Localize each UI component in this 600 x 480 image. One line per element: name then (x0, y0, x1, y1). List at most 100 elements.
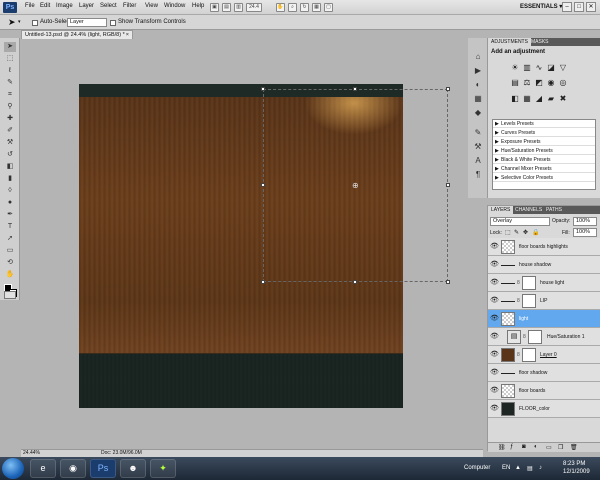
close-icon[interactable]: × (126, 31, 129, 39)
chrome-icon[interactable]: ◉ (60, 459, 86, 478)
photo-filter-icon[interactable]: ◉ (546, 78, 556, 87)
3d-rotate-tool-icon[interactable]: ⟲ (4, 258, 16, 268)
marquee-tool-icon[interactable]: ⬚ (4, 54, 16, 64)
layer-row[interactable]: 👁 house shadow (488, 256, 600, 274)
transform-handle[interactable] (261, 183, 265, 187)
tab-paths[interactable]: PATHS (543, 206, 565, 214)
tray-arrow-icon[interactable]: ▲ (515, 465, 521, 471)
menu-window[interactable]: Window (164, 3, 185, 9)
show-transform-checkbox[interactable] (110, 20, 116, 26)
brush-tool-icon[interactable]: ✐ (4, 126, 16, 136)
layer-name[interactable]: LIP (540, 298, 548, 304)
photoshop-taskbar-icon[interactable]: Ps (90, 459, 116, 478)
tool-preset-dropdown-icon[interactable]: ▾ (18, 19, 21, 25)
layer-name[interactable]: floor shadow (519, 370, 547, 376)
transform-handle[interactable] (261, 280, 265, 284)
layer-name[interactable]: house shadow (519, 262, 551, 268)
vibrance-icon[interactable]: ▽ (558, 63, 568, 72)
transform-handle[interactable] (353, 280, 357, 284)
transform-handle[interactable] (446, 280, 450, 284)
layer-row[interactable]: 👁 8 house light (488, 274, 600, 292)
ie-icon[interactable]: e (30, 459, 56, 478)
menu-layer[interactable]: Layer (79, 3, 94, 9)
eye-icon[interactable]: 👁 (490, 387, 499, 395)
pen-tool-icon[interactable]: ✒ (4, 210, 16, 220)
shape-tool-icon[interactable]: ▭ (4, 246, 16, 256)
eye-icon[interactable]: 👁 (490, 405, 499, 413)
actions-panel-icon[interactable]: ▶ (473, 66, 483, 76)
layer-row[interactable]: 👁 floor boards (488, 382, 600, 400)
bridge-icon[interactable]: ▣ (210, 3, 219, 12)
menu-edit[interactable]: Edit (40, 3, 50, 9)
new-adjustment-icon[interactable]: ◐ (534, 444, 538, 450)
eye-icon[interactable]: 👁 (490, 297, 499, 305)
menu-select[interactable]: Select (100, 3, 117, 9)
auto-select-checkbox[interactable] (32, 20, 38, 26)
blur-tool-icon[interactable]: ◊ (4, 186, 16, 196)
tab-channels[interactable]: CHANNELS (512, 206, 545, 214)
layer-mask-thumbnail[interactable] (522, 276, 536, 290)
hand-tool-icon[interactable]: ✋ (4, 270, 16, 280)
layer-mask-thumbnail[interactable] (522, 294, 536, 308)
exposure-icon[interactable]: ◪ (546, 63, 556, 72)
styles-panel-icon[interactable]: ◆ (473, 108, 483, 118)
menu-filter[interactable]: Filter (123, 3, 136, 9)
gradient-tool-icon[interactable]: ▮ (4, 174, 16, 184)
fill-field[interactable]: 100% (573, 228, 597, 237)
invert-icon[interactable]: ◧ (510, 94, 520, 103)
eyedropper-tool-icon[interactable]: ⚲ (4, 102, 16, 112)
eye-icon[interactable]: 👁 (490, 351, 499, 359)
threshold-icon[interactable]: ◢ (534, 94, 544, 103)
eye-icon[interactable]: 👁 (490, 315, 499, 323)
paragraph-panel-icon[interactable]: ¶ (473, 170, 483, 180)
move-tool-icon[interactable]: ➤ (4, 42, 16, 52)
add-mask-icon[interactable]: ◙ (522, 444, 526, 450)
transform-handle[interactable] (353, 87, 357, 91)
new-layer-icon[interactable]: ❐ (558, 444, 563, 451)
preset-item[interactable]: ▶ Selective Color Presets (493, 174, 595, 182)
eye-icon[interactable]: 👁 (490, 261, 499, 269)
layer-name[interactable]: Hue/Saturation 1 (547, 334, 585, 340)
screen-mode-icon[interactable]: ▢ (324, 3, 333, 12)
menu-view[interactable]: View (145, 3, 158, 9)
rotate-view-icon[interactable]: ↻ (300, 3, 309, 12)
clone-source-panel-icon[interactable]: ⚒ (473, 142, 483, 152)
close-button[interactable]: ✕ (586, 2, 596, 12)
layer-row-selected[interactable]: 👁 light (488, 310, 600, 328)
blend-mode-dropdown[interactable]: Overlay (490, 217, 550, 226)
gradient-map-icon[interactable]: ▰ (546, 94, 556, 103)
quick-mask-icon[interactable] (4, 291, 16, 299)
path-selection-tool-icon[interactable]: ➚ (4, 234, 16, 244)
color-balance-icon[interactable]: ⚖ (522, 78, 532, 87)
layer-row[interactable]: 👁 8 LIP (488, 292, 600, 310)
character-panel-icon[interactable]: A (473, 156, 483, 166)
preset-item[interactable]: ▶ Black & White Presets (493, 156, 595, 164)
layer-row[interactable]: 👁 FLOOR_color (488, 400, 600, 418)
preset-item[interactable]: ▶ Channel Mixer Presets (493, 165, 595, 173)
minimize-button[interactable]: – (562, 2, 572, 12)
layer-name[interactable]: Layer 0 (540, 352, 557, 358)
zoom-level-field[interactable]: 24.4 (246, 3, 262, 12)
mini-bridge-icon[interactable]: ▤ (222, 3, 231, 12)
history-panel-icon[interactable]: ⌂ (473, 52, 483, 62)
posterize-icon[interactable]: ▦ (522, 94, 532, 103)
layer-mask-thumbnail[interactable] (528, 330, 542, 344)
eye-icon[interactable]: 👁 (490, 333, 499, 341)
color-panel-icon[interactable]: ◐ (473, 80, 483, 90)
eye-icon[interactable]: 👁 (490, 279, 499, 287)
menu-help[interactable]: Help (192, 3, 204, 9)
preset-item[interactable]: ▶ Exposure Presets (493, 138, 595, 146)
preset-item[interactable]: ▶ Hue/Saturation Presets (493, 147, 595, 155)
lock-transparency-icon[interactable]: ⬚ (505, 229, 511, 236)
lock-all-icon[interactable]: 🔒 (532, 229, 539, 236)
clock-date[interactable]: 12/1/2009 (563, 469, 590, 475)
lock-pixels-icon[interactable]: ✎ (514, 229, 519, 236)
arrange-documents-icon[interactable]: ▦ (312, 3, 321, 12)
view-extras-icon[interactable]: ▥ (234, 3, 243, 12)
layer-name[interactable]: floor boards highlights (519, 244, 568, 250)
new-group-icon[interactable]: ▭ (546, 444, 552, 451)
selective-color-icon[interactable]: ✖ (558, 94, 568, 103)
hue-saturation-icon[interactable]: ▤ (510, 78, 520, 87)
layer-name[interactable]: house light (540, 280, 564, 286)
move-tool-icon[interactable]: ➤ (8, 17, 16, 28)
